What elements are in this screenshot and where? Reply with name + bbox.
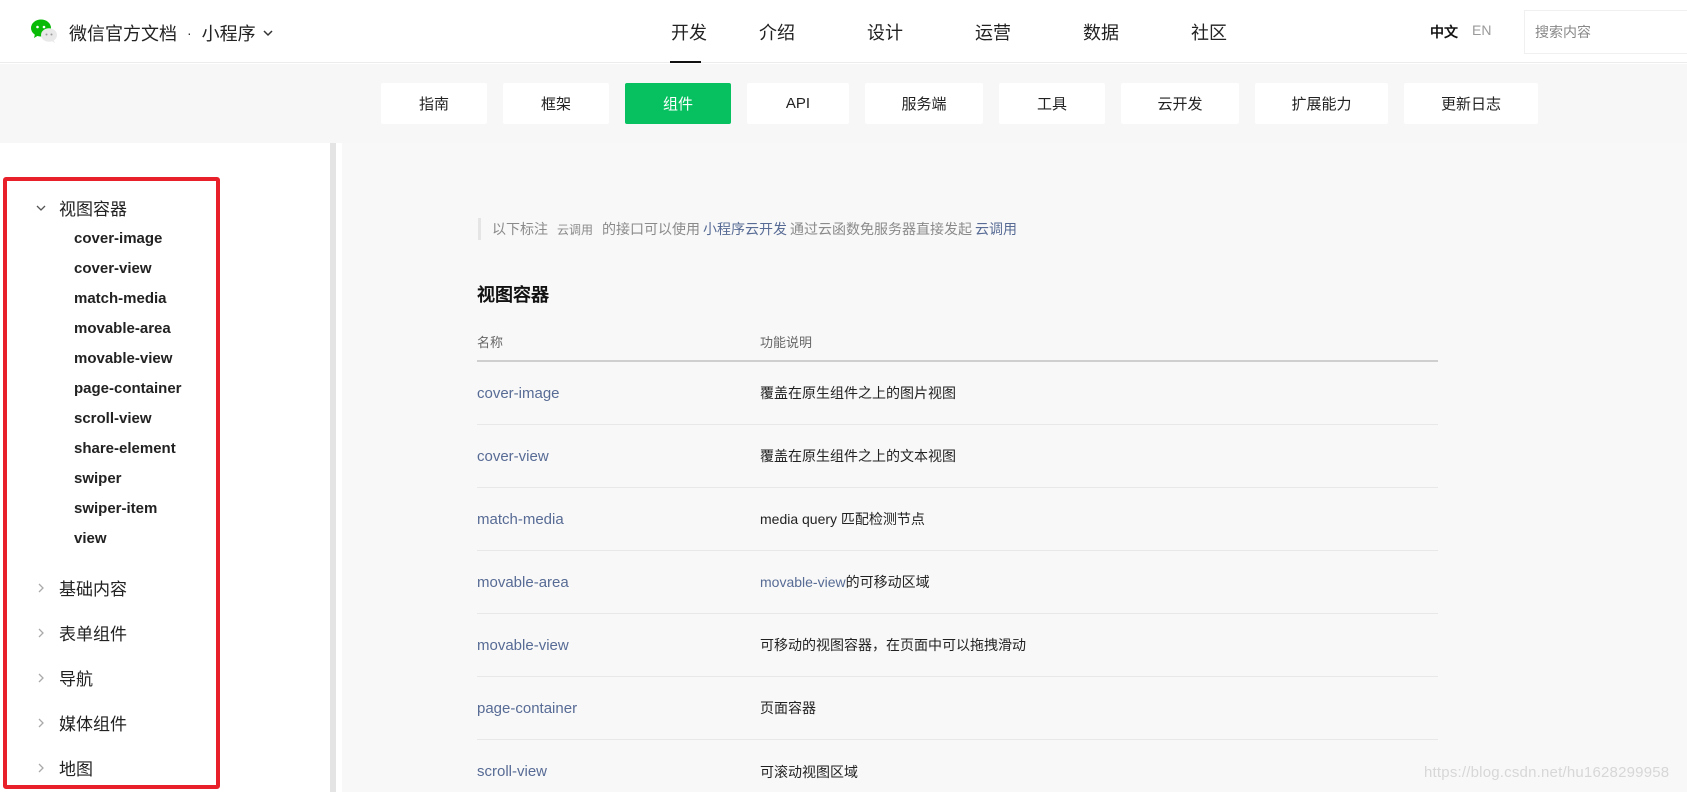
nav-community[interactable]: 社区: [1155, 0, 1263, 63]
chevron-right-icon: [38, 718, 44, 727]
cloud-dev-link[interactable]: 小程序云开发: [703, 219, 787, 239]
cloud-call-tag: 云调用: [557, 222, 594, 237]
lang-en[interactable]: EN: [1472, 22, 1491, 42]
sidebar-item-view[interactable]: view: [74, 530, 107, 547]
tab-extensions[interactable]: 扩展能力: [1255, 83, 1388, 124]
sidebar-group-view-container[interactable]: 视图容器: [35, 195, 127, 220]
sidebar-group-label: 表单组件: [59, 625, 127, 644]
tab-server[interactable]: 服务端: [865, 83, 983, 124]
note-mid: 的接口可以使用: [602, 221, 701, 237]
brand-title[interactable]: 微信官方文档: [69, 20, 177, 46]
sidebar-group-label: 地图: [59, 760, 93, 779]
component-desc: 可移动的视图容器，在页面中可以拖拽滑动: [760, 637, 1026, 653]
watermark: https://blog.csdn.net/hu1628299958: [1424, 764, 1670, 781]
sidebar-group-label: 媒体组件: [59, 715, 127, 734]
brand: 微信官方文档 · 小程序: [69, 20, 274, 46]
nav-develop[interactable]: 开发: [648, 0, 723, 63]
table-row: cover-view 覆盖在原生组件之上的文本视图: [477, 425, 1438, 488]
table-row: movable-view 可移动的视图容器，在页面中可以拖拽滑动: [477, 614, 1438, 677]
table-row: movable-area movable-view的可移动区域: [477, 551, 1438, 614]
search-box: [1524, 10, 1687, 54]
top-header: 微信官方文档 · 小程序 开发 介绍 设计 运营 数据 社区 中文 EN: [0, 0, 1687, 63]
table-row: match-media media query 匹配检测节点: [477, 488, 1438, 551]
sidebar-item-movable-view[interactable]: movable-view: [74, 350, 172, 367]
cloud-call-note: 以下标注 云调用 的接口可以使用 小程序云开发 通过云函数免服务器直接发起 云调用: [478, 218, 1017, 240]
sidebar-group-map[interactable]: 地图: [35, 755, 93, 780]
tab-guide[interactable]: 指南: [381, 83, 487, 124]
component-link-page-container[interactable]: page-container: [477, 700, 760, 717]
sub-nav: 指南 框架 组件 API 服务端 工具 云开发 扩展能力 更新日志: [381, 83, 1554, 124]
nav-operations[interactable]: 运营: [939, 0, 1047, 63]
tab-components[interactable]: 组件: [625, 83, 731, 124]
chevron-right-icon: [38, 673, 44, 682]
table-header: 名称 功能说明: [477, 322, 1438, 362]
tab-changelog[interactable]: 更新日志: [1404, 83, 1538, 124]
component-desc: 页面容器: [760, 700, 816, 716]
component-link-movable-area[interactable]: movable-area: [477, 574, 760, 591]
table-row: cover-image 覆盖在原生组件之上的图片视图: [477, 362, 1438, 425]
tab-cloud[interactable]: 云开发: [1121, 83, 1239, 124]
chevron-right-icon: [38, 763, 44, 772]
sidebar-group-basic-content[interactable]: 基础内容: [35, 575, 127, 600]
note-mid2: 通过云函数免服务器直接发起: [790, 221, 973, 237]
note-prefix: 以下标注: [492, 221, 548, 237]
sidebar-group-label: 视图容器: [59, 200, 127, 219]
sidebar-group-form-components[interactable]: 表单组件: [35, 620, 127, 645]
sidebar: [0, 143, 336, 792]
sidebar-group-label: 导航: [59, 670, 93, 689]
sidebar-item-match-media[interactable]: match-media: [74, 290, 167, 307]
tab-tools[interactable]: 工具: [999, 83, 1105, 124]
language-switch: 中文 EN: [1430, 22, 1491, 42]
component-link-cover-image[interactable]: cover-image: [477, 385, 760, 402]
sidebar-item-cover-view[interactable]: cover-view: [74, 260, 152, 277]
sidebar-item-cover-image[interactable]: cover-image: [74, 230, 162, 247]
sidebar-item-swiper-item[interactable]: swiper-item: [74, 500, 157, 517]
brand-separator: ·: [187, 25, 192, 41]
main-nav: 开发 介绍 设计 运营 数据 社区: [648, 0, 1263, 63]
column-header-desc: 功能说明: [760, 334, 813, 350]
nav-intro[interactable]: 介绍: [723, 0, 831, 63]
component-desc: media query 匹配检测节点: [760, 511, 925, 527]
component-desc: movable-view的可移动区域: [760, 572, 1438, 592]
product-label: 小程序: [201, 24, 256, 44]
component-link-movable-view[interactable]: movable-view: [477, 637, 760, 654]
component-desc: 覆盖在原生组件之上的文本视图: [760, 448, 956, 464]
component-link-scroll-view[interactable]: scroll-view: [477, 763, 760, 780]
table-row: page-container 页面容器: [477, 677, 1438, 740]
chevron-right-icon: [38, 583, 44, 592]
chevron-down-icon: [263, 30, 273, 37]
sidebar-item-share-element[interactable]: share-element: [74, 440, 176, 457]
sidebar-group-media[interactable]: 媒体组件: [35, 710, 127, 735]
components-table: 名称 功能说明 cover-image 覆盖在原生组件之上的图片视图 cover…: [477, 322, 1438, 792]
movable-view-link[interactable]: movable-view: [760, 574, 846, 590]
component-desc: 覆盖在原生组件之上的图片视图: [760, 385, 956, 401]
chevron-right-icon: [38, 628, 44, 637]
column-header-name: 名称: [477, 334, 504, 350]
tab-api[interactable]: API: [747, 83, 849, 124]
sub-nav-bar: 指南 框架 组件 API 服务端 工具 云开发 扩展能力 更新日志: [0, 64, 1687, 143]
sidebar-item-scroll-view[interactable]: scroll-view: [74, 410, 152, 427]
search-input[interactable]: [1525, 11, 1687, 53]
sidebar-group-navigation[interactable]: 导航: [35, 665, 93, 690]
sidebar-item-swiper[interactable]: swiper: [74, 470, 122, 487]
component-desc: 可滚动视图区域: [760, 763, 858, 780]
component-desc-text: 的可移动区域: [845, 574, 930, 590]
section-title: 视图容器: [477, 285, 549, 305]
lang-zh[interactable]: 中文: [1430, 22, 1458, 42]
product-switcher[interactable]: 小程序: [202, 20, 274, 46]
sidebar-item-movable-area[interactable]: movable-area: [74, 320, 171, 337]
table-row: scroll-view 可滚动视图区域: [477, 740, 1438, 792]
sidebar-group-label: 基础内容: [59, 580, 127, 599]
nav-design[interactable]: 设计: [831, 0, 939, 63]
chevron-down-icon: [36, 205, 46, 211]
wechat-logo-icon[interactable]: [30, 18, 58, 44]
component-link-cover-view[interactable]: cover-view: [477, 448, 760, 465]
nav-data[interactable]: 数据: [1047, 0, 1155, 63]
tab-framework[interactable]: 框架: [503, 83, 609, 124]
component-link-match-media[interactable]: match-media: [477, 511, 760, 528]
sidebar-item-page-container[interactable]: page-container: [74, 380, 182, 397]
cloud-call-link[interactable]: 云调用: [975, 219, 1017, 239]
